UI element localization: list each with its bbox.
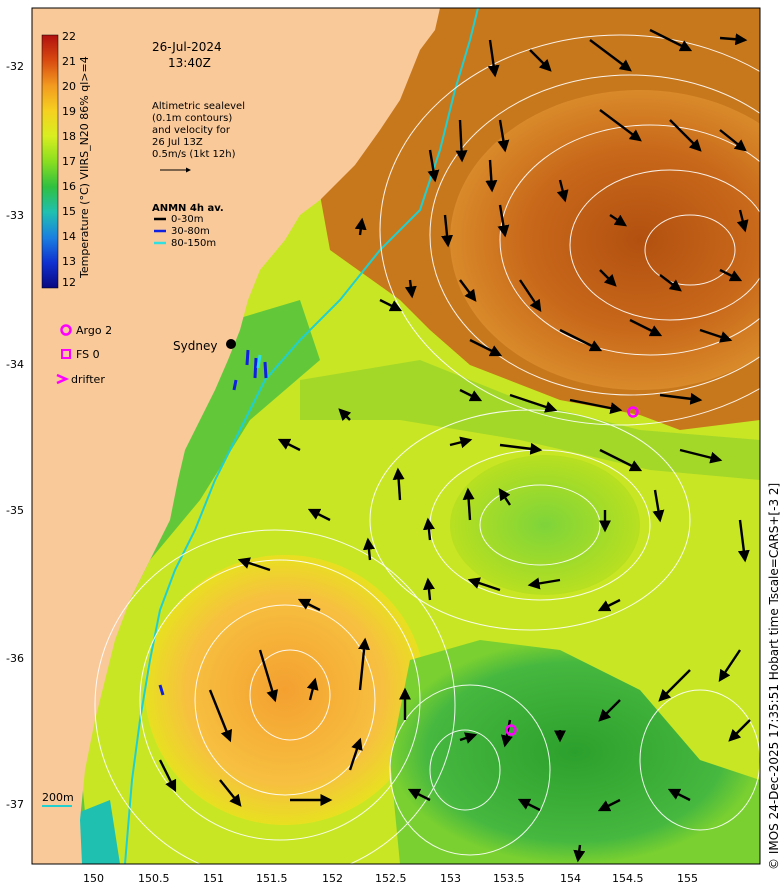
credit-line: © IMOS 24-Dec-2025 17:35:51 Hobart time … (767, 483, 780, 870)
colorbar-tick-label: 22 (62, 30, 76, 43)
lon-tick-label: 151 (203, 872, 224, 885)
lat-tick-label: -33 (6, 209, 24, 222)
colorbar-tick-label: 12 (62, 276, 76, 289)
colorbar-tick-label: 15 (62, 205, 76, 218)
lon-tick-label: 152.5 (375, 872, 407, 885)
argo-legend-label: Argo 2 (76, 324, 112, 337)
map-date: 26-Jul-2024 (152, 40, 222, 54)
lat-tick-label: -36 (6, 652, 24, 665)
altimetry-line: 26 Jul 13Z (152, 137, 203, 148)
lon-tick-label: 155 (677, 872, 698, 885)
lon-tick-label: 153 (440, 872, 461, 885)
colorbar-tick-label: 13 (62, 255, 76, 268)
altimetry-line: 0.5m/s (1kt 12h) (152, 149, 236, 160)
lat-tick-label: -32 (6, 60, 24, 73)
lat-tick-label: -37 (6, 798, 24, 811)
anmn-item-label: 30-80m (171, 226, 210, 237)
anmn-title: ANMN 4h av. (152, 203, 224, 214)
fs-legend-label: FS 0 (76, 348, 100, 361)
lat-tick-label: -35 (6, 504, 24, 517)
colorbar-tick-label: 19 (62, 105, 76, 118)
lon-tick-label: 150.5 (138, 872, 170, 885)
lon-tick-label: 151.5 (256, 872, 288, 885)
colorbar-title: Temperature (°C) VIIRS_N20 86% ql>=4 (78, 56, 91, 279)
altimetry-line: (0.1m contours) (152, 113, 232, 124)
colorbar-tick-label: 14 (62, 230, 76, 243)
city-label: Sydney (173, 339, 217, 353)
lon-tick-label: 153.5 (493, 872, 525, 885)
colorbar (41, 34, 59, 289)
colorbar-tick-label: 18 (62, 130, 76, 143)
colorbar-tick-label: 16 (62, 180, 76, 193)
drifter-legend-label: drifter (71, 373, 105, 386)
latitude-axis: -32 -33 -34 -35 -36 -37 (6, 60, 24, 811)
altimetry-line: Altimetric sealevel (152, 101, 245, 112)
map-time: 13:40Z (168, 56, 211, 70)
cyclonic-eddy-mid (450, 455, 640, 595)
lat-tick-label: -34 (6, 358, 24, 371)
isobath-label: 200m (42, 791, 74, 804)
longitude-axis: 150 150.5 151 151.5 152 152.5 153 153.5 … (83, 872, 698, 885)
anmn-item-label: 80-150m (171, 238, 216, 249)
colorbar-tick-label: 21 (62, 55, 76, 68)
colorbar-tick-label: 20 (62, 80, 76, 93)
anmn-item-label: 0-30m (171, 214, 203, 225)
lon-tick-label: 154 (560, 872, 581, 885)
lon-tick-label: 152 (322, 872, 343, 885)
lon-tick-label: 150 (83, 872, 104, 885)
colorbar-tick-label: 17 (62, 155, 76, 168)
sydney-marker (226, 339, 236, 349)
lon-tick-label: 154.5 (612, 872, 644, 885)
altimetry-line: and velocity for (152, 125, 231, 136)
sst-map: Sydney 26-Jul-2024 13:40Z Altimetric sea… (6, 7, 780, 885)
